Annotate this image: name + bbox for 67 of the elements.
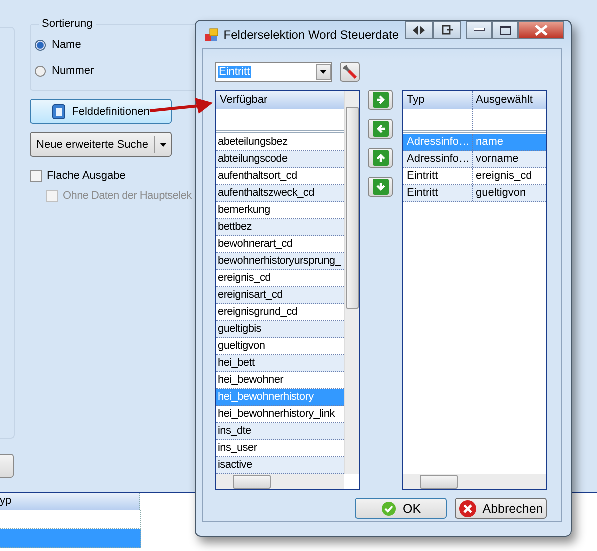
arrow-up-icon (372, 150, 388, 166)
maximize-icon (500, 26, 510, 34)
minimize-icon (474, 28, 484, 32)
checkbox[interactable] (30, 170, 42, 182)
left-right-icon (413, 26, 425, 34)
close-icon (534, 24, 548, 36)
field-item[interactable]: abteilungscode (216, 151, 344, 168)
check-icon (380, 500, 397, 516)
maximize-button[interactable] (492, 21, 518, 39)
move-up-button[interactable] (368, 148, 393, 168)
radio-label: Nummer (52, 65, 94, 77)
minimize-button[interactable] (466, 21, 492, 39)
column-header: Typ (403, 91, 473, 109)
column-header: Verfügbar (216, 91, 344, 109)
arrow-down-icon (372, 179, 388, 195)
ok-button[interactable]: OK (355, 498, 447, 519)
cancel-button[interactable]: Abbrechen (455, 498, 547, 519)
caret-icon (320, 70, 327, 74)
radio-label: Name (52, 39, 82, 51)
vertical-scrollbar[interactable] (344, 91, 359, 474)
arrow-right-icon (372, 92, 388, 108)
table-cell-text: vorname (475, 152, 520, 167)
group-title: Sortierung (41, 18, 94, 30)
caret-icon (160, 142, 166, 146)
table-cell: Eintritt (403, 185, 473, 201)
tool-button[interactable] (340, 62, 360, 82)
document-icon (52, 104, 66, 120)
arrow-left-icon (372, 121, 388, 137)
field-item[interactable]: bewohnerhistoryursprung_ (216, 253, 344, 270)
table-cell-text: name (475, 135, 505, 150)
wrench-icon (342, 64, 358, 80)
radio-button[interactable] (35, 40, 46, 50)
move-left-button[interactable] (368, 119, 393, 139)
move-right-button[interactable] (368, 90, 393, 110)
button[interactable] (0, 454, 14, 478)
window-export-icon (442, 25, 452, 35)
field-item[interactable]: gueltigbis (216, 321, 344, 338)
field-item[interactable]: aufenthaltszweck_cd (216, 185, 344, 202)
checkbox-label: Ohne Daten der Hauptselek (63, 190, 192, 202)
field-item[interactable]: isactive (216, 457, 344, 474)
close-button[interactable] (518, 21, 564, 39)
move-down-button[interactable] (368, 177, 393, 197)
field-item[interactable]: hei_bett (216, 355, 344, 372)
error-icon (458, 500, 477, 518)
window-title: Felderselektion Word Steuerdate (224, 28, 399, 42)
table-cell-text: ereignis_cd (475, 169, 534, 184)
radio-button[interactable] (35, 66, 46, 76)
table-cell: Adressinfo… (403, 134, 473, 150)
search-split-button[interactable]: Neue erweiterte Suche (30, 132, 172, 157)
table-cell: Eintritt (403, 168, 473, 184)
grid-row[interactable]: Eintritt gueltigvon (403, 185, 546, 202)
field-item[interactable]: ins_dte (216, 423, 344, 440)
table-cell-text: gueltigvon (475, 186, 528, 201)
column-header: yp (0, 493, 140, 510)
resize-button[interactable] (405, 21, 433, 39)
checkbox-label: Flache Ausgabe (47, 170, 126, 182)
table-cell: Adressinfo… (403, 151, 473, 167)
field-item[interactable]: bettbez (216, 219, 344, 236)
export-button[interactable] (433, 21, 461, 39)
app-icon (205, 28, 218, 42)
column-header: Ausgewählt (475, 93, 534, 108)
field-definitions-button[interactable]: Felddefinitionen (30, 99, 172, 124)
grid-row[interactable]: Adressinfo… vorname (403, 151, 546, 168)
horizontal-scrollbar[interactable] (216, 474, 344, 489)
pointer-arrow (150, 98, 213, 114)
horizontal-scrollbar[interactable] (403, 474, 546, 489)
field-item[interactable]: ereignisart_cd (216, 287, 344, 304)
